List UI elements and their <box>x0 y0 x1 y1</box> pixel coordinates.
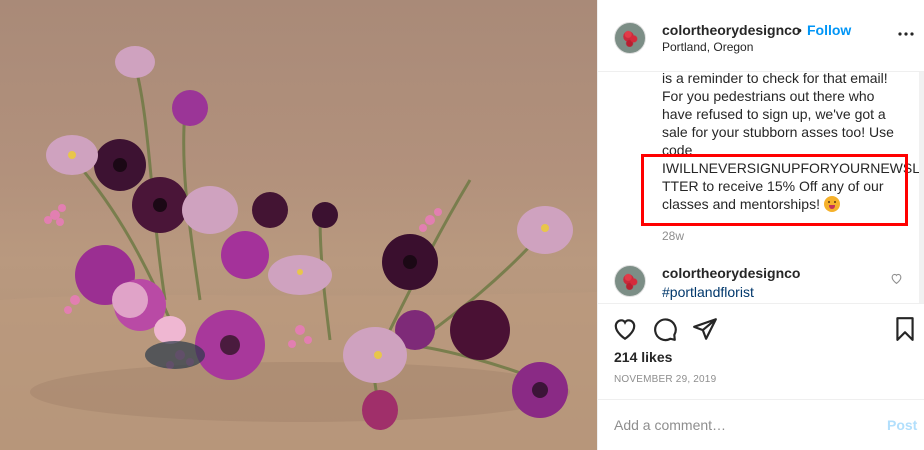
like-heart-icon[interactable] <box>612 316 638 342</box>
share-paper-plane-icon[interactable] <box>692 316 718 342</box>
caption-line: For you pedestrians out there who <box>662 88 875 104</box>
header-separator: • <box>797 22 802 38</box>
flower-arrangement-illustration <box>0 46 597 450</box>
caption-line: is a reminder to check for that email! <box>662 72 888 86</box>
author-username[interactable]: colortheorydesignco <box>662 22 800 38</box>
comment-input[interactable] <box>614 415 864 435</box>
like-comment-heart-icon[interactable] <box>890 272 903 285</box>
likes-count[interactable]: 214 likes <box>614 349 672 365</box>
comment-hashtag-link[interactable]: #portlandflorist <box>662 284 754 300</box>
save-bookmark-icon[interactable] <box>892 316 918 342</box>
post-detail-panel: colortheorydesignco • Follow Portland, O… <box>597 0 924 450</box>
post-location[interactable]: Portland, Oregon <box>662 40 753 54</box>
more-options-icon[interactable] <box>897 30 915 38</box>
author-avatar[interactable] <box>614 22 646 54</box>
red-highlight-box <box>641 154 908 226</box>
post-header: colortheorydesignco • Follow Portland, O… <box>598 0 924 72</box>
comments-scrollbar[interactable] <box>918 72 924 303</box>
comment-bubble-icon[interactable] <box>652 316 678 342</box>
comments-section[interactable]: is a reminder to check for that email! F… <box>598 72 924 303</box>
caption-line: sale for your stubborn asses too! Use <box>662 124 894 140</box>
commenter-username[interactable]: colortheorydesignco <box>662 265 800 281</box>
post-date[interactable]: NOVEMBER 29, 2019 <box>614 374 716 385</box>
post-photo[interactable] <box>0 0 597 450</box>
follow-button[interactable]: Follow <box>807 22 851 38</box>
caption-line: have refused to sign up, we've got a <box>662 106 886 122</box>
post-actions: 214 likes NOVEMBER 29, 2019 <box>598 303 924 399</box>
add-comment-bar: Post <box>598 399 924 450</box>
caption-timestamp[interactable]: 28w <box>662 229 684 243</box>
post-comment-button[interactable]: Post <box>887 417 917 433</box>
commenter-avatar[interactable] <box>614 265 646 297</box>
